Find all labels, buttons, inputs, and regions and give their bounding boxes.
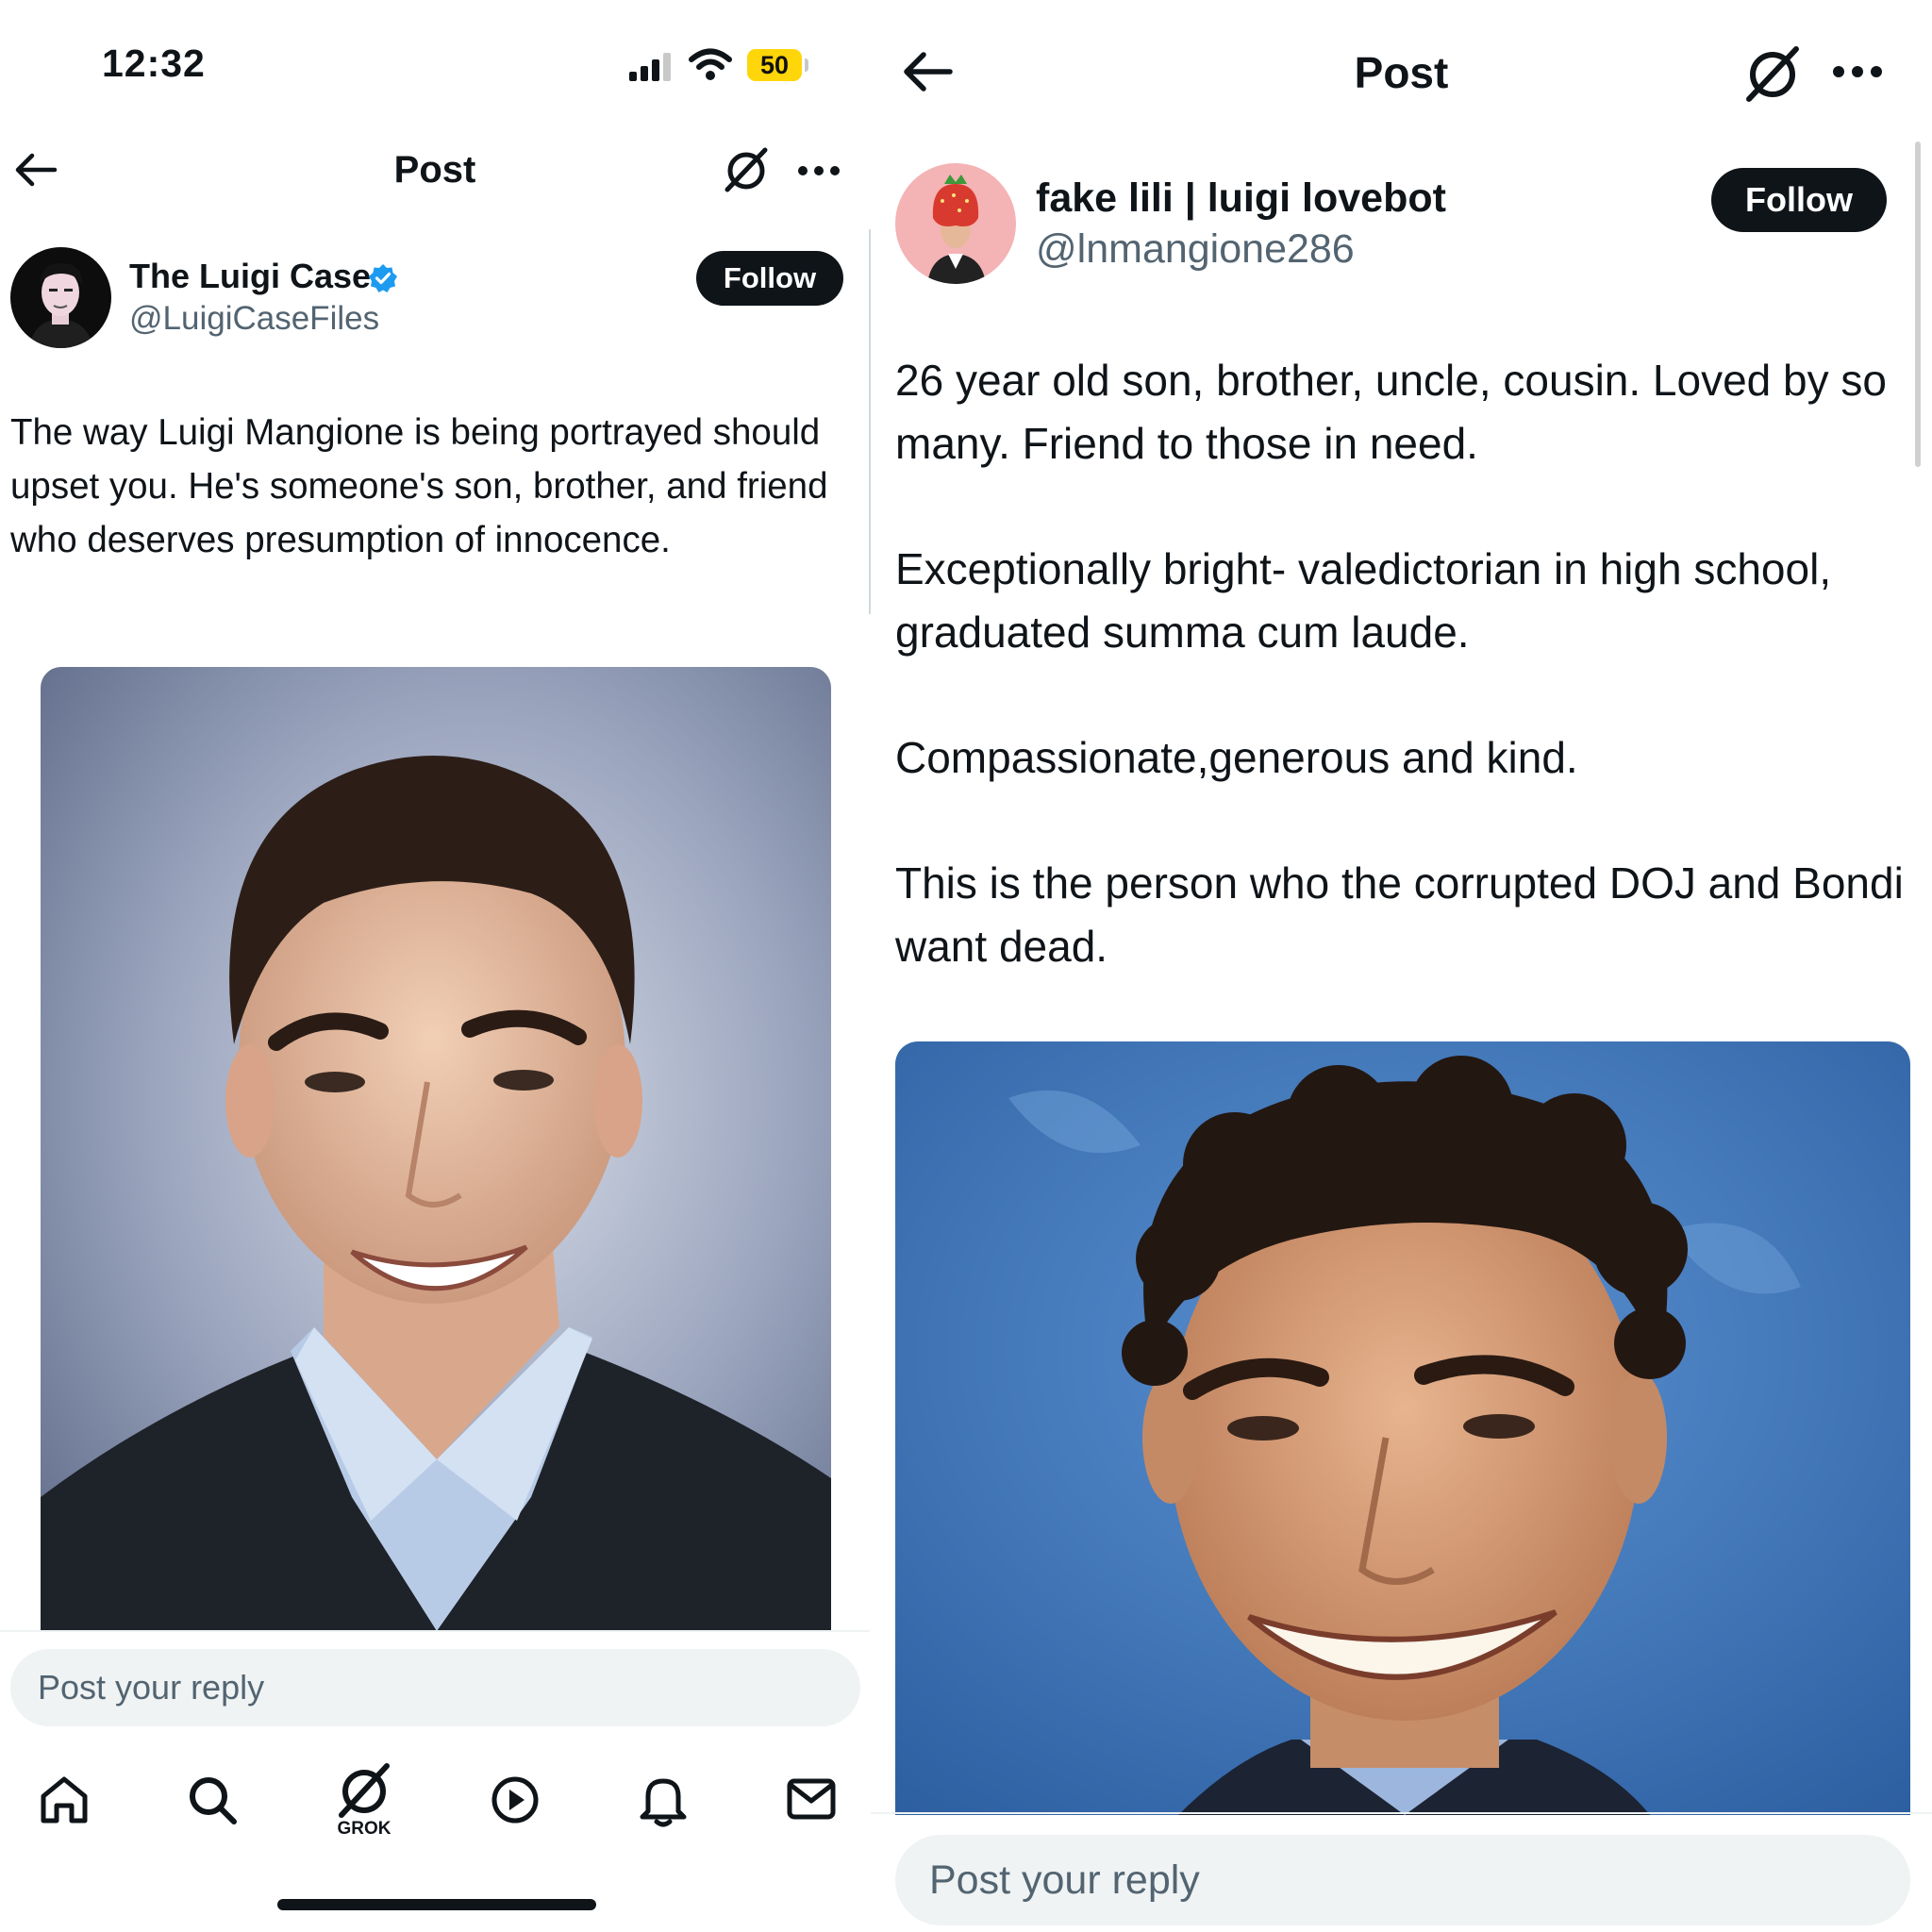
- more-options-icon[interactable]: [1831, 62, 1884, 81]
- verified-badge-icon: [368, 263, 398, 293]
- battery-indicator: 50: [747, 49, 802, 81]
- avatar[interactable]: [10, 247, 111, 353]
- signal-icon: [628, 51, 675, 81]
- author-handle[interactable]: @lnmangione286: [1036, 226, 1355, 273]
- avatar[interactable]: [895, 163, 1016, 289]
- reply-input[interactable]: Post your reply: [10, 1649, 860, 1726]
- notifications-icon[interactable]: [637, 1772, 690, 1828]
- wifi-icon: [689, 47, 732, 81]
- post-image[interactable]: [41, 667, 831, 1631]
- post-text: 26 year old son, brother, uncle, cousin.…: [895, 349, 1914, 1041]
- grok-tab-label[interactable]: GROK: [317, 1819, 411, 1840]
- messages-icon[interactable]: [785, 1775, 838, 1823]
- grok-icon[interactable]: [1742, 43, 1803, 104]
- home-icon[interactable]: [38, 1774, 91, 1826]
- author-handle[interactable]: @LuigiCaseFiles: [129, 300, 379, 338]
- video-icon[interactable]: [489, 1774, 541, 1826]
- battery-cap: [805, 58, 808, 72]
- divider: [871, 1812, 1932, 1814]
- post-paragraph: Compassionate,generous and kind.: [895, 733, 1578, 782]
- grok-icon[interactable]: [722, 145, 771, 194]
- search-icon[interactable]: [186, 1774, 239, 1826]
- more-options-icon[interactable]: [796, 163, 841, 178]
- post-text: The way Luigi Mangione is being portraye…: [10, 412, 828, 560]
- divider: [0, 1630, 870, 1632]
- right-screen: Post fake lili | luigi lovebot @lnmangio…: [871, 0, 1932, 1932]
- author-name[interactable]: fake lili | luigi lovebot: [1036, 175, 1446, 222]
- status-time: 12:32: [102, 42, 206, 85]
- post-image[interactable]: [895, 1041, 1910, 1815]
- reply-input[interactable]: Post your reply: [895, 1835, 1910, 1925]
- post-paragraph: This is the person who the corrupted DOJ…: [895, 858, 1904, 971]
- scrollbar[interactable]: [1915, 142, 1921, 467]
- home-indicator[interactable]: [277, 1899, 596, 1910]
- grok-tab-icon[interactable]: [334, 1760, 394, 1821]
- post-paragraph: Exceptionally bright- valedictorian in h…: [895, 544, 1832, 657]
- follow-button[interactable]: Follow: [696, 251, 843, 306]
- left-screen: 12:32 50 Post The Luigi Case @LuigiCaseF…: [0, 0, 870, 1932]
- author-name[interactable]: The Luigi Case: [129, 257, 371, 296]
- follow-button[interactable]: Follow: [1711, 168, 1887, 232]
- post-paragraph: 26 year old son, brother, uncle, cousin.…: [895, 356, 1887, 468]
